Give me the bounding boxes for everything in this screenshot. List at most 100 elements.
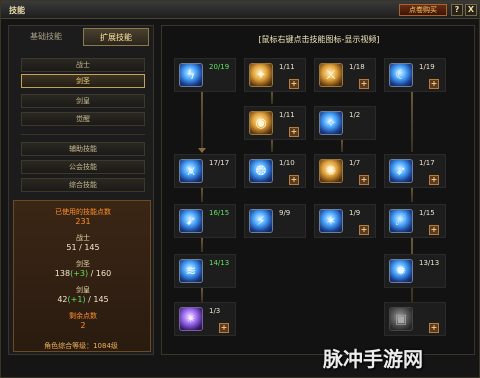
skill-plus-button[interactable]: + (429, 79, 439, 89)
skill-slot[interactable]: ≋ 14/13 (174, 254, 236, 288)
skill-tree-hint: [鼠标右键点击技能图标-显示视频] (258, 35, 380, 44)
tree-connector (201, 186, 203, 202)
category-support-skills[interactable]: 辅助技能 (21, 142, 145, 156)
sword-emperor-points-max: / 145 (85, 295, 109, 304)
skill-points-summary: 已使用的技能点数 231 战士 51 / 145 剑圣 138(+3) / 16… (13, 200, 151, 352)
help-icon[interactable]: ? (451, 4, 463, 16)
warrior-points-value: 51 / 145 (66, 243, 100, 252)
skill-tree-panel: [鼠标右键点击技能图标-显示视频] ϟ 20/19 ✦ 1/11 + ⚔ 1/18 + ☾… (161, 25, 475, 355)
skill-icon[interactable]: ✶ (319, 209, 343, 233)
skill-level-text: 1/10 (279, 159, 295, 167)
skill-level-text: 1/11 (279, 111, 295, 119)
category-awakening[interactable]: 觉醒 (21, 112, 145, 126)
skill-icon[interactable]: ➶ (389, 159, 413, 183)
skill-plus-button[interactable]: + (429, 323, 439, 333)
skill-level-text: 20/19 (209, 63, 230, 71)
skill-plus-button[interactable]: + (429, 225, 439, 235)
skill-slot[interactable]: ☄ 1/15 + (384, 204, 446, 238)
skill-slot[interactable]: ✶ 1/9 + (314, 204, 376, 238)
skill-slot[interactable]: ⩙ 17/17 (174, 154, 236, 188)
tree-connector (271, 138, 273, 152)
skill-level-text: 1/3 (209, 307, 221, 315)
skill-slot[interactable]: ◉ 1/11 + (244, 106, 306, 140)
skill-plus-button[interactable]: + (429, 175, 439, 185)
arrow-down-icon (198, 148, 206, 153)
skill-slot[interactable]: ϟ 20/19 (174, 58, 236, 92)
category-warrior[interactable]: 战士 (21, 58, 145, 72)
used-points-value: 231 (75, 217, 91, 226)
category-general-skills[interactable]: 综合技能 (21, 178, 145, 192)
tree-connector (411, 90, 413, 152)
skill-icon[interactable]: ⩙ (179, 159, 203, 183)
tree-connector (201, 288, 203, 302)
skill-slot[interactable]: ⚔ 1/18 + (314, 58, 376, 92)
skill-slot[interactable]: ✴ 1/3 + (174, 302, 236, 336)
category-guild-skills[interactable]: 公会技能 (21, 160, 145, 174)
skill-icon[interactable]: ✴ (179, 307, 203, 331)
category-sword-saint[interactable]: 剑圣 (21, 74, 145, 88)
character-level-text: 角色综合等级：1084级 (44, 342, 118, 350)
skill-icon[interactable]: ▣ (389, 307, 413, 331)
tab-extended-skills[interactable]: 扩展技能 (83, 28, 149, 46)
tree-connector (201, 90, 203, 150)
sword-emperor-points-label: 剑皇 (76, 286, 90, 294)
skill-slot[interactable]: ✺ 1/7 + (314, 154, 376, 188)
skill-slot[interactable]: ✧ 1/2 (314, 106, 376, 140)
skill-level-text: 17/17 (209, 159, 230, 167)
skill-slot[interactable]: ⚡ 9/9 (244, 204, 306, 238)
sword-emperor-points-bonus: (+1) (67, 295, 86, 304)
skill-icon[interactable]: ✺ (319, 159, 343, 183)
tab-basic-skills[interactable]: 基础技能 (13, 28, 79, 46)
skill-level-text: 16/15 (209, 209, 230, 217)
skill-icon[interactable]: ϟ (179, 63, 203, 87)
sword-saint-points-current: 138 (54, 269, 71, 278)
skill-plus-button[interactable]: + (289, 79, 299, 89)
skill-icon[interactable]: ✦ (249, 63, 273, 87)
skill-icon[interactable]: ≋ (179, 259, 203, 283)
skill-plus-button[interactable]: + (359, 225, 369, 235)
sword-emperor-points-value: 42(+1) / 145 (14, 295, 152, 304)
skill-plus-button[interactable]: + (289, 127, 299, 137)
skill-window: 技能 点卷购买 ? X 基础技能 扩展技能 战士 剑圣 剑皇 觉醒 辅助技能 公… (0, 0, 480, 378)
tree-connector (271, 90, 273, 104)
skill-icon[interactable]: ✧ (319, 111, 343, 135)
category-sword-emperor[interactable]: 剑皇 (21, 94, 145, 108)
skill-plus-button[interactable]: + (359, 175, 369, 185)
sword-saint-points-value: 138(+3) / 160 (14, 269, 152, 278)
skill-icon[interactable]: ⚔ (319, 63, 343, 87)
sword-saint-points-max: / 160 (88, 269, 112, 278)
category-panel: 基础技能 扩展技能 战士 剑圣 剑皇 觉醒 辅助技能 公会技能 综合技能 已使用… (8, 25, 154, 355)
skill-icon[interactable]: ➹ (179, 209, 203, 233)
skill-icon[interactable]: ☄ (389, 209, 413, 233)
skill-icon[interactable]: ⚡ (249, 209, 273, 233)
skill-icon[interactable]: ◉ (249, 111, 273, 135)
skill-slot[interactable]: ▣ + (384, 302, 446, 336)
skill-icon[interactable]: ❂ (249, 159, 273, 183)
skill-plus-button[interactable]: + (219, 323, 229, 333)
skill-slot[interactable]: ✦ 1/11 + (244, 58, 306, 92)
skill-icon[interactable]: ✹ (389, 259, 413, 283)
remaining-points-label: 剩余点数 (69, 312, 97, 320)
skill-slot[interactable]: ✹ 13/13 (384, 254, 446, 288)
divider (21, 134, 145, 135)
watermark-text: 脉冲手游网 (323, 347, 423, 371)
skill-icon[interactable]: ☾ (389, 63, 413, 87)
skill-plus-button[interactable]: + (359, 79, 369, 89)
skill-slot[interactable]: ❂ 1/10 + (244, 154, 306, 188)
tree-connector (411, 186, 413, 202)
title-bar[interactable]: 技能 点卷购买 ? X (1, 1, 479, 19)
skill-slot[interactable]: ➹ 16/15 (174, 204, 236, 238)
skill-plus-button[interactable]: + (289, 175, 299, 185)
skill-level-text: 1/15 (419, 209, 435, 217)
skill-level-text: 14/13 (209, 259, 230, 267)
warrior-points-label: 战士 (76, 234, 90, 242)
skill-level-text: 1/17 (419, 159, 435, 167)
sword-emperor-points-current: 42 (57, 295, 68, 304)
skill-level-text: 13/13 (419, 259, 440, 267)
skill-slot[interactable]: ☾ 1/19 + (384, 58, 446, 92)
sword-saint-points-label: 剑圣 (76, 260, 90, 268)
buy-points-button[interactable]: 点卷购买 (399, 4, 447, 16)
remaining-points-value: 2 (80, 321, 86, 330)
skill-slot[interactable]: ➶ 1/17 + (384, 154, 446, 188)
close-icon[interactable]: X (465, 4, 477, 16)
